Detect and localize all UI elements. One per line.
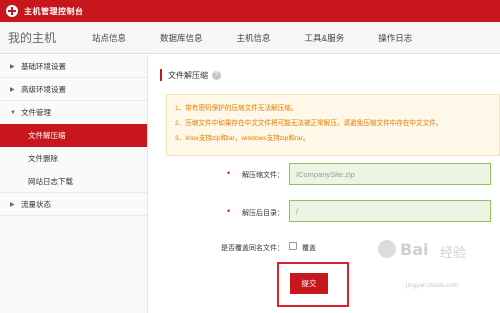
chevron-right-icon: ▶ [10,86,15,93]
baidu-paw-icon [378,240,396,258]
required-marker: • [227,206,231,216]
sidebar-item-label: 流量状态 [21,199,51,209]
nav-item-database-info[interactable]: 数据库信息 [160,32,203,44]
overwrite-label: 是否覆盖同名文件： [221,245,284,252]
section-title: 文件解压缩 ? [168,70,221,81]
overwrite-option-label[interactable]: 覆盖 [302,243,316,253]
nav-item-site-info[interactable]: 站点信息 [92,32,126,44]
top-bar: 主机管理控制台 [0,0,500,22]
nav-items: 站点信息 数据库信息 主机信息 工具&服务 操作日志 [88,32,446,44]
watermark-brand: Bai [400,240,429,259]
section-title-text: 文件解压缩 [168,71,208,80]
baidu-jingyan-watermark: Bai 经验 jingyan.baidu.com [372,236,472,296]
target-dir-label: 解压后目录： [242,210,284,217]
sidebar-subitem-file-delete[interactable]: 文件删除 [0,147,147,170]
sidebar-item-label: 文件管理 [21,108,51,117]
chevron-right-icon: ▶ [10,63,15,70]
watermark-url: jingyan.baidu.com [406,282,459,289]
title-accent-bar [160,69,162,81]
nav-title[interactable]: 我的主机 [0,29,88,46]
sidebar-subitem-file-unzip[interactable]: 文件解压缩 [0,124,147,147]
sidebar-subitem-log-download[interactable]: 网站日志下载 [0,170,147,193]
notice-box: 1、带有密码保护的压缩文件无法解压缩。 2、压缩文件中如果存在中文文件将可能无法… [166,94,500,156]
nav-item-tools-services[interactable]: 工具&服务 [305,32,345,44]
watermark-brand-cn: 经验 [440,245,467,260]
required-marker: • [227,168,231,178]
sidebar-item-file-management[interactable]: ▼ 文件管理 [0,101,147,124]
sidebar-item-basic-env[interactable]: ▶ 基础环境设置 [0,55,147,78]
main-nav: 我的主机 站点信息 数据库信息 主机信息 工具&服务 操作日志 [0,22,500,54]
help-icon[interactable]: ? [212,71,221,80]
notice-line: 2、压缩文件中如果存在中文文件将可能无法被正常解压，请避免压缩文件中存在中文文件… [175,120,443,127]
sidebar-item-traffic-status[interactable]: ▶ 流量状态 [0,193,147,216]
notice-line: 1、带有密码保护的压缩文件无法解压缩。 [175,105,298,112]
archive-file-input[interactable] [289,163,491,185]
target-dir-input[interactable] [289,200,491,222]
notice-line: 3、linux支持zip和tar，windows支持zip和rar。 [175,135,310,142]
sidebar: ▶ 基础环境设置 ▶ 高级环境设置 ▼ 文件管理 文件解压缩 文件删除 网站日志… [0,55,148,313]
brand-logo-icon [6,5,18,17]
chevron-right-icon: ▶ [10,201,15,208]
sidebar-item-label: 基础环境设置 [21,61,66,71]
nav-item-operation-log[interactable]: 操作日志 [378,32,412,44]
chevron-down-icon: ▼ [10,109,16,116]
archive-file-label: 解压缩文件： [242,172,284,179]
submit-button[interactable]: 提交 [290,273,328,294]
console-title: 主机管理控制台 [24,6,84,16]
nav-item-host-info[interactable]: 主机信息 [237,32,271,44]
overwrite-checkbox[interactable] [289,242,297,250]
sidebar-item-label: 高级环境设置 [21,84,66,94]
sidebar-item-advanced-env[interactable]: ▶ 高级环境设置 [0,78,147,101]
